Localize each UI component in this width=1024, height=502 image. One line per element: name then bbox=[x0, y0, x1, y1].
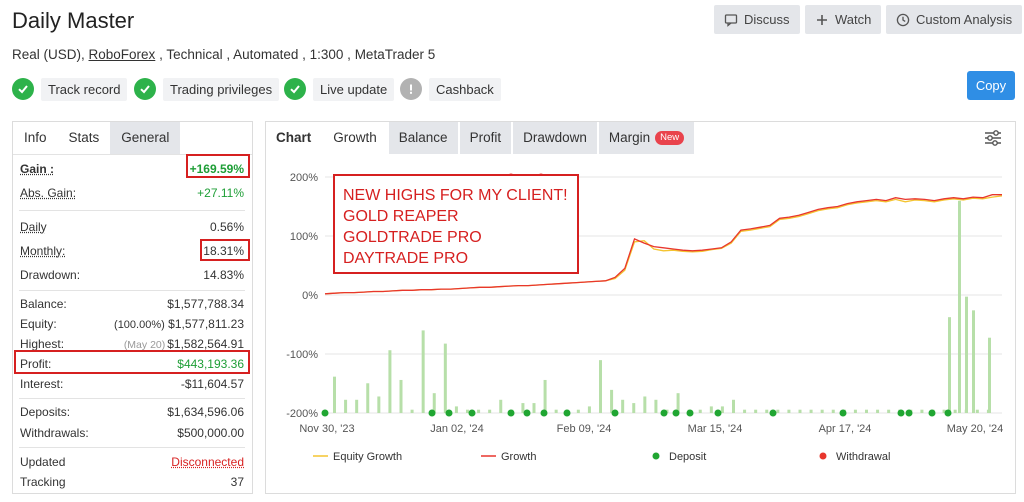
volume-bar bbox=[654, 399, 658, 413]
deposit-marker bbox=[839, 409, 847, 417]
annotation-line: GOLD REAPER bbox=[343, 208, 459, 225]
volume-bar bbox=[599, 360, 602, 413]
volume-bar bbox=[488, 409, 492, 413]
deposit-marker bbox=[905, 409, 913, 417]
y-tick-label: -100% bbox=[286, 349, 318, 361]
y-tick-label: 200% bbox=[290, 172, 318, 184]
volume-bar bbox=[776, 409, 780, 413]
volume-bar bbox=[887, 409, 891, 413]
deposit-marker bbox=[944, 409, 952, 417]
volume-bar bbox=[333, 376, 336, 413]
volume-bar bbox=[953, 409, 957, 413]
legend-withdrawal[interactable]: Withdrawal bbox=[836, 451, 890, 463]
x-tick-label: Apr 17, '24 bbox=[819, 423, 872, 435]
y-tick-label: 100% bbox=[290, 231, 318, 243]
volume-bar bbox=[410, 409, 414, 413]
deposit-marker bbox=[563, 409, 571, 417]
deposit-marker bbox=[540, 409, 548, 417]
volume-bar bbox=[809, 409, 813, 413]
annotation-line: GOLDTRADE PRO bbox=[343, 229, 482, 246]
legend-equity-growth[interactable]: Equity Growth bbox=[333, 451, 402, 463]
y-tick-label: -200% bbox=[286, 408, 318, 420]
volume-bar bbox=[543, 379, 547, 413]
volume-bar bbox=[865, 409, 868, 413]
deposit-marker bbox=[468, 409, 476, 417]
volume-bar bbox=[344, 399, 348, 413]
volume-bar bbox=[958, 200, 961, 413]
legend-withdrawal-swatch bbox=[819, 452, 827, 460]
legend-deposit-swatch bbox=[652, 452, 660, 460]
volume-bar bbox=[831, 409, 835, 413]
annotation-line: NEW HIGHS FOR MY CLIENT! bbox=[343, 187, 568, 204]
deposit-marker bbox=[445, 409, 453, 417]
deposit-marker bbox=[686, 409, 694, 417]
volume-bar bbox=[355, 399, 359, 413]
volume-bar bbox=[765, 409, 769, 413]
volume-bar bbox=[366, 383, 370, 413]
legend-growth[interactable]: Growth bbox=[501, 451, 536, 463]
volume-bar bbox=[743, 409, 747, 413]
y-tick-label: 0% bbox=[302, 290, 318, 302]
deposit-marker bbox=[507, 409, 515, 417]
volume-bar bbox=[377, 396, 381, 413]
volume-bar bbox=[621, 399, 625, 413]
volume-bar bbox=[965, 296, 968, 413]
volume-bar bbox=[732, 399, 735, 413]
deposit-marker bbox=[714, 409, 722, 417]
deposit-marker bbox=[523, 409, 531, 417]
deposit-marker bbox=[321, 409, 329, 417]
volume-bar bbox=[698, 409, 702, 413]
volume-bar bbox=[720, 406, 724, 413]
x-tick-label: Jan 02, '24 bbox=[430, 423, 483, 435]
volume-bar bbox=[554, 409, 558, 413]
legend-deposit[interactable]: Deposit bbox=[669, 451, 706, 463]
volume-bar bbox=[972, 310, 975, 413]
volume-bar bbox=[454, 406, 458, 413]
deposit-marker bbox=[672, 409, 680, 417]
volume-bar bbox=[754, 409, 758, 413]
volume-bar bbox=[587, 406, 591, 413]
volume-bar bbox=[988, 337, 991, 413]
deposit-marker bbox=[897, 409, 905, 417]
volume-bar bbox=[421, 330, 425, 413]
volume-bar bbox=[709, 406, 713, 413]
volume-bar bbox=[477, 409, 481, 413]
volume-bar bbox=[443, 343, 447, 413]
volume-bar bbox=[610, 389, 614, 413]
deposit-marker bbox=[928, 409, 936, 417]
volume-bar bbox=[787, 409, 791, 413]
chart-legend: Equity Growth Growth Deposit Withdrawal bbox=[313, 451, 890, 463]
volume-bar bbox=[388, 350, 392, 413]
volume-bar bbox=[399, 379, 403, 413]
growth-chart: 200% 100% 0% -100% -200% Nov 30, '23 Jan 02, '… bbox=[286, 172, 1004, 463]
x-tick-label: May 20, '24 bbox=[947, 423, 1004, 435]
x-tick-label: Mar 15, '24 bbox=[688, 423, 743, 435]
x-tick-label: Feb 09, '24 bbox=[557, 423, 612, 435]
volume-bar bbox=[643, 396, 647, 413]
volume-bar bbox=[532, 403, 536, 413]
volume-bar bbox=[853, 409, 857, 413]
annotation-line: DAYTRADE PRO bbox=[343, 250, 468, 267]
volume-bar bbox=[975, 409, 979, 413]
volume-bar bbox=[632, 403, 636, 413]
deposit-marker bbox=[660, 409, 668, 417]
volume-bar bbox=[820, 409, 824, 413]
volume-bar bbox=[948, 317, 951, 413]
volume-bar bbox=[920, 409, 924, 413]
volume-bar bbox=[798, 409, 802, 413]
deposit-marker bbox=[428, 409, 436, 417]
volume-bar bbox=[576, 409, 580, 413]
volume-bar bbox=[876, 409, 880, 413]
deposit-marker bbox=[611, 409, 619, 417]
x-tick-label: Nov 30, '23 bbox=[299, 423, 354, 435]
deposit-marker bbox=[769, 409, 777, 417]
volume-bar bbox=[499, 399, 503, 413]
